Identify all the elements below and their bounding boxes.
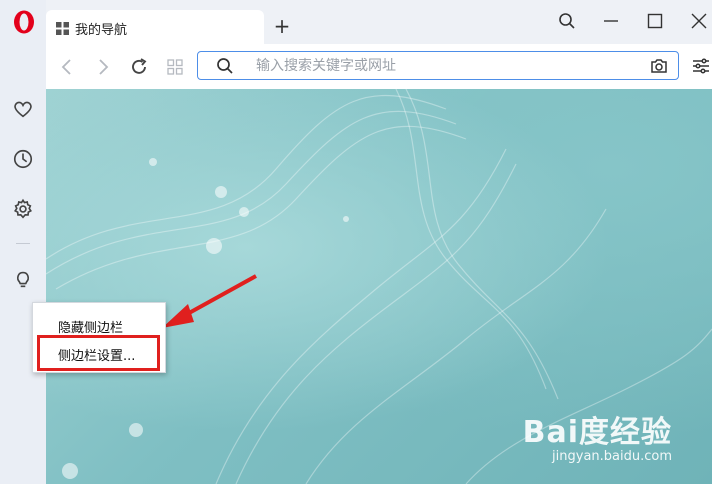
speed-dial-icon[interactable]: [164, 56, 186, 78]
address-bar[interactable]: [197, 51, 679, 80]
sidebar-divider: [16, 243, 30, 244]
search-icon: [217, 58, 233, 74]
tab-title: 我的导航: [75, 22, 128, 38]
sidebar-context-menu: 隐藏侧边栏 侧边栏设置...: [32, 302, 166, 373]
back-icon[interactable]: [56, 56, 78, 78]
close-icon[interactable]: [688, 10, 710, 32]
watermark-site: jingyan.baidu.com: [552, 449, 672, 464]
address-input[interactable]: [254, 54, 638, 78]
watermark-brand: Bai度经验: [522, 415, 672, 450]
navigation-bar: [46, 44, 712, 89]
menu-item-hide-sidebar[interactable]: 隐藏侧边栏: [58, 317, 123, 336]
new-tab-button[interactable]: +: [272, 16, 292, 36]
red-highlight-box: [37, 335, 160, 371]
grid-icon: [56, 21, 69, 35]
sidebar: [0, 0, 47, 484]
easy-setup-icon[interactable]: [692, 57, 710, 75]
lightbulb-icon[interactable]: [10, 266, 36, 292]
gear-icon[interactable]: [10, 196, 36, 222]
heart-icon[interactable]: [10, 96, 36, 122]
camera-icon[interactable]: [650, 57, 668, 75]
red-arrow-annotation: [162, 274, 257, 328]
history-icon[interactable]: [10, 146, 36, 172]
tab-my-navigation[interactable]: 我的导航: [46, 10, 264, 46]
page-content: Bai度经验 jingyan.baidu.com: [46, 89, 712, 484]
reload-icon[interactable]: [128, 56, 150, 78]
search-tabs-icon[interactable]: [556, 10, 578, 32]
tab-strip: 我的导航 +: [46, 0, 712, 46]
maximize-icon[interactable]: [644, 10, 666, 32]
baidu-jingyan-watermark: Bai度经验 jingyan.baidu.com: [523, 407, 672, 464]
forward-icon[interactable]: [92, 56, 114, 78]
opera-logo-icon[interactable]: [12, 9, 36, 35]
minimize-icon[interactable]: [600, 10, 622, 32]
